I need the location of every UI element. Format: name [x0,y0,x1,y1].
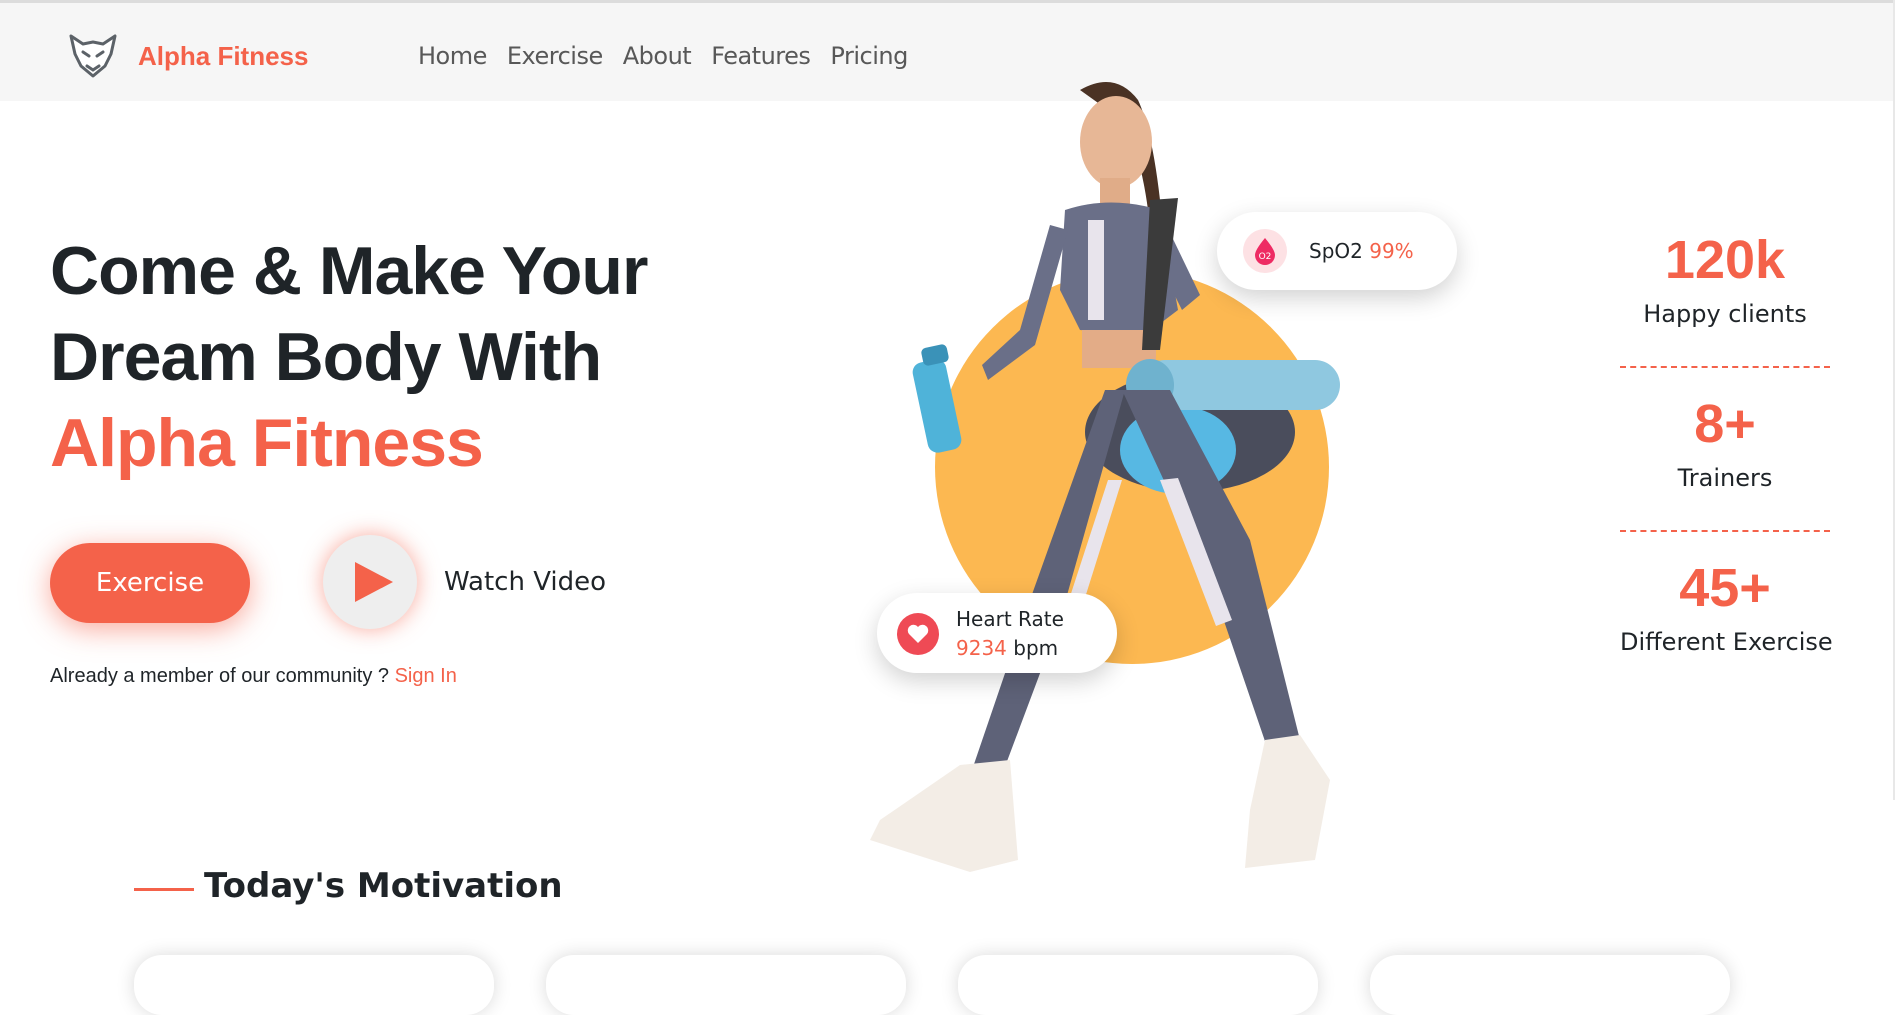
headline-line-1: Come & Make Your [50,233,648,309]
model-top-stripe [1088,220,1104,320]
bottle-cap [921,344,949,366]
motivation-card[interactable] [958,955,1318,1015]
hero-fitness-model-image [870,82,1340,872]
main-nav: Home Exercise About Features Pricing [418,42,908,70]
member-prompt-text: Already a member of our community ? [50,665,390,687]
spo2-text: SpO2 99% [1309,239,1414,263]
play-video-button[interactable] [323,535,417,629]
heart-rate-widget: Heart Rate 9234 bpm [877,593,1117,673]
heart-rate-unit: bpm [1013,636,1059,660]
stats-panel: 120k Happy clients 8+ Trainers 45+ Diffe… [1620,230,1833,656]
heart-rate-label: Heart Rate [956,607,1064,631]
motivation-card[interactable] [1370,955,1730,1015]
stat-happy-clients: 120k Happy clients [1620,230,1830,328]
stat-trainers: 8+ Trainers [1620,394,1830,492]
brand-name[interactable]: Alpha Fitness [138,41,308,72]
heart-icon [897,613,939,655]
stat-divider [1620,366,1830,368]
stat-label: Different Exercise [1620,628,1833,656]
nav-features[interactable]: Features [711,42,811,70]
spo2-value: 99% [1369,239,1414,263]
stat-value: 45+ [1679,558,1771,618]
model-head [1080,96,1152,188]
motivation-card[interactable] [546,955,906,1015]
nav-exercise[interactable]: Exercise [507,42,603,70]
stat-label: Happy clients [1643,300,1807,328]
sign-in-link[interactable]: Sign In [395,665,457,687]
headline-accent: Alpha Fitness [50,405,484,481]
wolf-logo-icon[interactable] [67,30,119,82]
exercise-button[interactable]: Exercise [50,543,250,623]
headline-line-2: Dream Body With [50,319,602,395]
heart-rate-value: 9234 [956,636,1007,660]
stat-divider [1620,530,1830,532]
model-shoe-front [1245,735,1330,868]
nav-home[interactable]: Home [418,42,487,70]
heart-rate-reading: 9234 bpm [956,636,1058,660]
spo2-widget: O2 SpO2 99% [1217,212,1457,290]
watch-video-link[interactable]: Watch Video [444,567,606,597]
motivation-accent-line [134,888,194,891]
nav-about[interactable]: About [623,42,692,70]
play-icon [355,562,393,602]
member-prompt: Already a member of our community ? Sign… [50,665,457,688]
stat-value: 120k [1664,230,1786,290]
stat-label: Trainers [1677,464,1773,492]
oxygen-drop-icon: O2 [1243,229,1287,273]
svg-text:O2: O2 [1259,252,1272,262]
spo2-label: SpO2 [1309,239,1363,263]
motivation-title: Today's Motivation [204,866,563,906]
stat-value: 8+ [1694,394,1756,454]
motivation-card[interactable] [134,955,494,1015]
model-shoe-back [870,760,1018,872]
stat-different-exercise: 45+ Different Exercise [1620,558,1833,656]
hero-headline: Come & Make Your Dream Body With Alpha F… [50,228,648,486]
